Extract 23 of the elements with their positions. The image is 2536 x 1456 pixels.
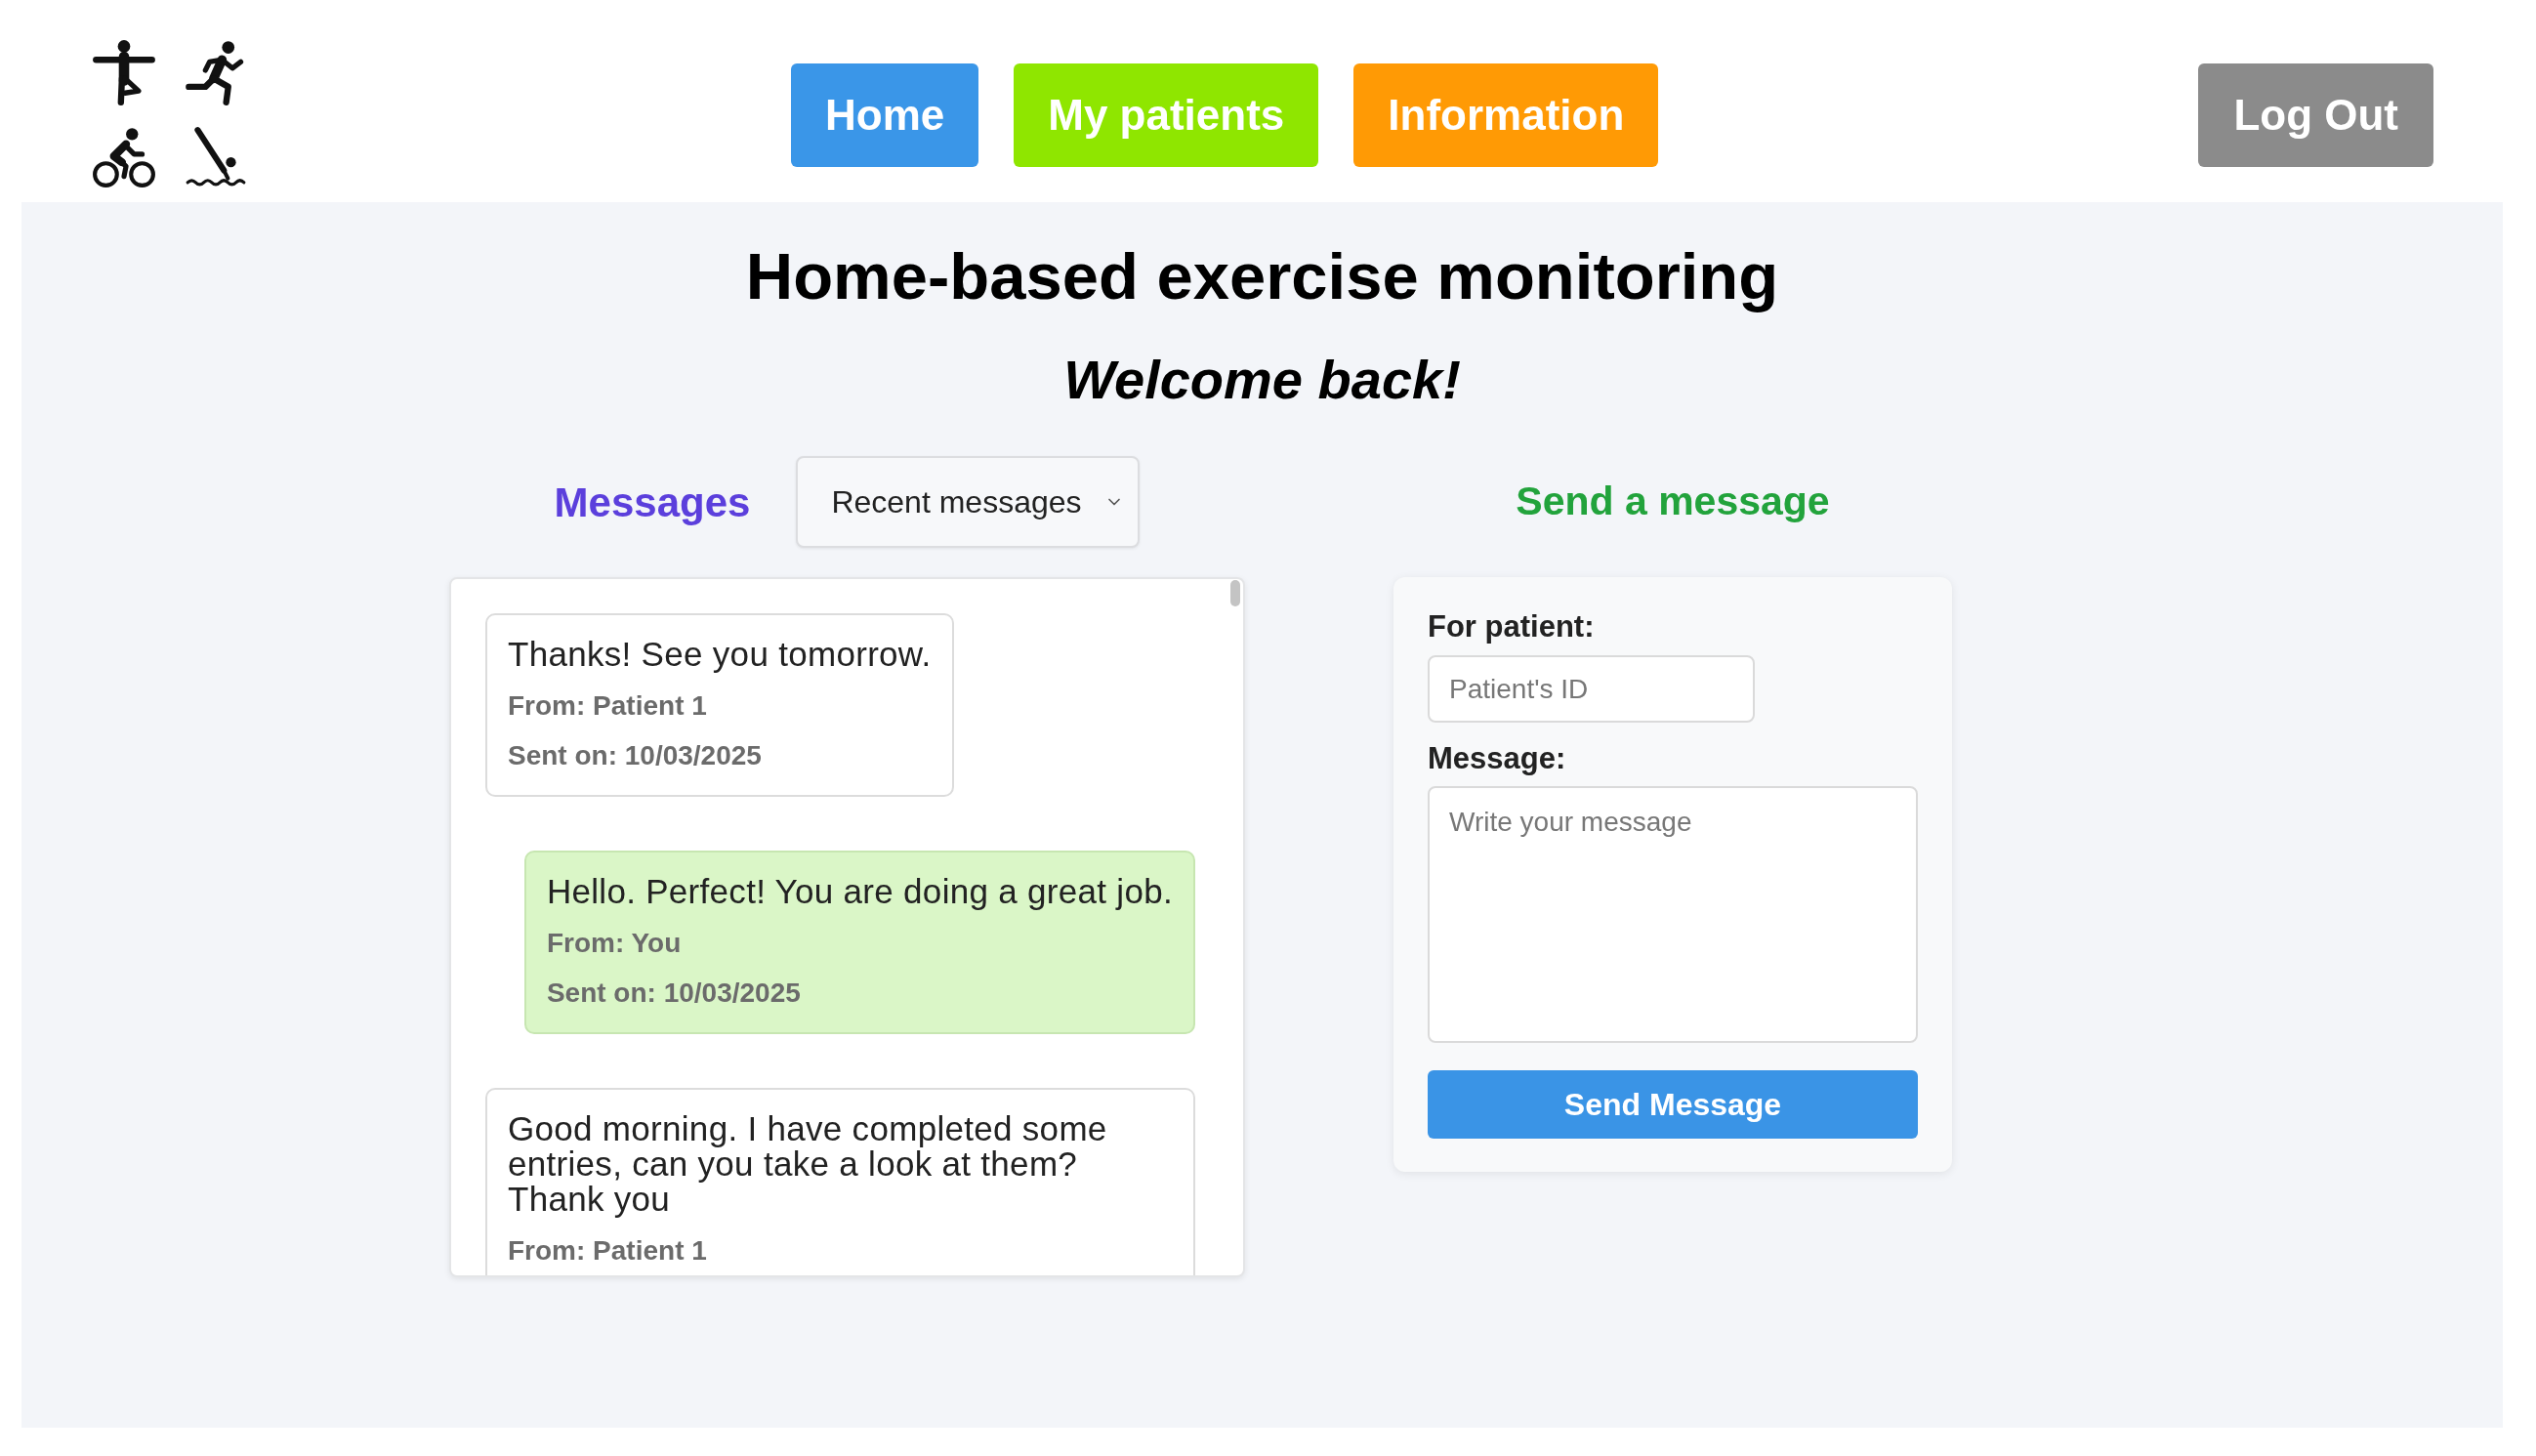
message-sender: From: Patient 1 bbox=[508, 1235, 707, 1267]
nav-button[interactable]: Information bbox=[1353, 63, 1659, 167]
message-input[interactable]: Write your message bbox=[1428, 786, 1918, 1043]
yoga-figure-icon bbox=[92, 39, 156, 105]
message-date: Sent on: 10/03/2025 bbox=[546, 978, 801, 1009]
page-title: Home-based exercise monitoring bbox=[745, 238, 1779, 314]
nav-button[interactable]: Home bbox=[791, 63, 979, 167]
field-label: For patient: bbox=[1428, 609, 1595, 645]
message-sender: From: You bbox=[546, 928, 682, 959]
message-text: Hello. Perfect! You are doing a great job. bbox=[546, 874, 1173, 909]
section-heading: Send a message bbox=[1516, 478, 1830, 526]
welcome-text: Welcome back! bbox=[1063, 348, 1461, 412]
message-sender: From: Patient 1 bbox=[508, 690, 707, 722]
scrollbar-thumb[interactable] bbox=[1230, 580, 1240, 606]
send-message-button[interactable]: Send Message bbox=[1428, 1070, 1918, 1139]
message-text: Thanks! See you tomorrow. bbox=[508, 637, 932, 672]
message-text: Good morning. I have completed some entries, can you take a look at them? Thank you bbox=[508, 1111, 1108, 1217]
patient-id-input[interactable]: Patient's ID bbox=[1428, 655, 1755, 723]
field-label: Message: bbox=[1428, 741, 1566, 776]
section-heading: Messages bbox=[554, 478, 751, 527]
logout-button[interactable]: Log Out bbox=[2198, 63, 2433, 167]
message-date: Sent on: 10/03/2025 bbox=[508, 740, 762, 771]
messages-filter-dropdown[interactable]: Recent messages bbox=[796, 456, 1141, 548]
